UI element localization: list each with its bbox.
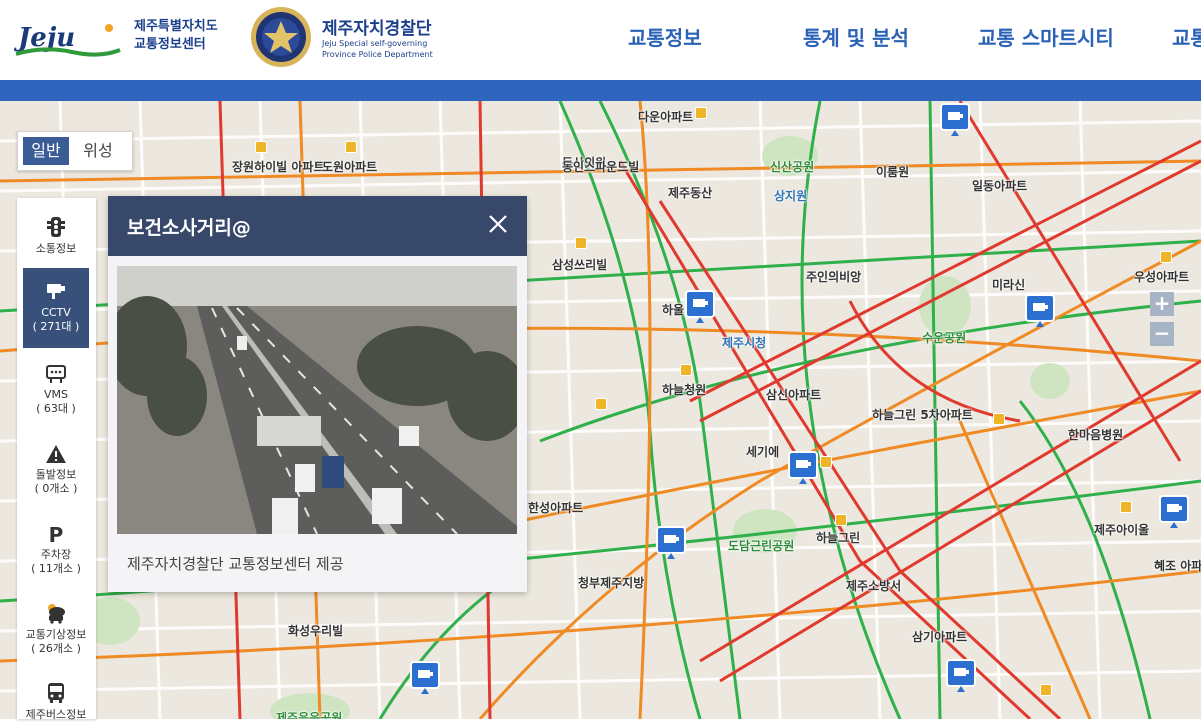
side-item-bus[interactable]: 제주버스정보 [23,680,89,721]
map-label: 혜조 아파트 [1154,559,1201,573]
map-label: 미라신 [992,278,1026,292]
poi-marker[interactable] [1160,251,1172,263]
cctv-popup: 보건소사거리@ 제주자치경찰단 교통정보센터 제공 [108,196,527,592]
nav-smart-city[interactable]: 교통 스마트시티 [978,22,1114,51]
map-label: 도원아파트 [322,160,378,174]
map-label: 제주소방서 [846,579,902,593]
svg-text:P: P [49,524,64,544]
map-label: 삼신아파트 [766,388,822,402]
side-item-label: 주차장 [40,548,72,561]
nav-statistics[interactable]: 통계 및 분석 [803,22,909,51]
poi-marker[interactable] [255,141,267,153]
map-label: 청부제주지방 [578,576,645,590]
side-item-vms[interactable]: VMS ( 63대 ) [23,358,89,428]
traffic-light-icon [47,217,65,237]
map-label: 제주동산 [668,186,713,200]
side-item-label: VMS [44,388,68,401]
poi-marker[interactable] [1040,684,1052,696]
parking-icon: P [49,524,64,544]
layer-side-panel: 소통정보 CCTV ( 271대 ) VMS ( 63대 ) 돌발정보 ( 0개… [17,198,96,721]
map-label: 하늘그린 [816,531,861,545]
map-label: 삼기아파트 [912,630,968,644]
map-label: 도담근린공원 [728,539,795,553]
map-label: 다운아파트 [638,110,694,124]
nav-traffic-info[interactable]: 교통정보 [628,22,702,51]
zoom-out-button[interactable]: − [1150,322,1174,346]
popup-source-credit: 제주자치경찰단 교통정보센터 제공 [127,555,344,573]
map-label: 수운공원 [922,331,967,345]
cctv-marker-icon[interactable] [1025,294,1055,328]
map-label: 일동아파트 [972,179,1028,193]
side-item-count: ( 26개소 ) [31,642,81,655]
main-nav: 교통정보 통계 및 분석 교통 스마트시티 교통 [0,22,1201,52]
poi-marker[interactable] [835,514,847,526]
warning-icon [46,445,66,463]
map-label: 신산공원 [770,160,815,174]
side-item-label: 돌발정보 [35,468,77,481]
cctv-marker-icon[interactable] [656,526,686,560]
map-label: 우성아파트 [1134,270,1190,284]
weather-icon [48,604,65,624]
side-item-label: 제주버스정보 [25,708,87,721]
map-type-satellite-button[interactable]: 위성 [73,137,123,165]
cctv-camera-image [117,266,517,534]
cctv-icon [47,284,65,299]
cctv-marker-icon[interactable] [1159,495,1189,529]
map-label: 화성우리빌 [288,624,344,638]
map-label: 세기에 [746,445,780,459]
side-item-label: CCTV [41,306,71,319]
poi-marker[interactable] [595,398,607,410]
poi-marker[interactable] [345,141,357,153]
side-item-parking[interactable]: P 주차장 ( 11개소 ) [23,520,89,590]
side-item-count: ( 63대 ) [36,402,76,415]
map-label: 한마음병원 [1068,428,1124,442]
poi-marker[interactable] [575,237,587,249]
nav-traffic-more[interactable]: 교통 [1172,22,1201,51]
cctv-marker-icon[interactable] [410,661,440,695]
popup-title: 보건소사거리@ [127,217,251,239]
vms-icon [46,365,66,383]
side-item-weather[interactable]: 교통기상정보 ( 26개소 ) [23,600,89,670]
map-type-normal-button[interactable]: 일반 [23,137,69,165]
zoom-controls: + − [1150,292,1174,346]
poi-marker[interactable] [1120,501,1132,513]
map-label: 이룸원 [876,165,910,179]
map-label: 상지원 [774,189,808,203]
side-item-traffic[interactable]: 소통정보 [23,204,89,266]
zoom-in-button[interactable]: + [1150,292,1174,316]
map-label: 하늘그린 5차아파트 [872,408,973,422]
bus-icon [48,683,64,703]
map-label: 동인스파운드빌 [562,160,640,174]
map-label: 하늘청원 [662,383,707,397]
poi-marker[interactable] [695,107,707,119]
map-type-toggle: 일반 위성 [17,131,133,171]
poi-marker[interactable] [680,364,692,376]
map-label: 한성아파트 [528,501,584,515]
map-label: 제주아이울 [1094,523,1150,537]
header: Jeju 제주특별자치도 교통정보센터 제주자치경찰단 Jeju Special… [0,0,1201,80]
map-label: 하울 [662,303,685,317]
map-label: 장원하이빌 아파트 [232,160,325,174]
side-item-label: 교통기상정보 [25,628,87,641]
cctv-marker-icon[interactable] [685,290,715,324]
map-label: 제주시청 [722,336,767,350]
map-label: 주인의비앙 [806,270,862,284]
poi-marker[interactable] [993,413,1005,425]
header-divider-bar [0,80,1201,101]
side-item-count: ( 0개소 ) [34,482,78,495]
poi-marker[interactable] [820,456,832,468]
side-item-incident[interactable]: 돌발정보 ( 0개소 ) [23,440,89,510]
cctv-marker-icon[interactable] [946,659,976,693]
side-item-count: ( 271대 ) [32,320,80,333]
close-icon[interactable] [486,212,510,236]
side-item-label: 소통정보 [35,242,77,255]
cctv-marker-icon[interactable] [940,103,970,137]
cctv-marker-icon[interactable] [788,451,818,485]
side-item-cctv[interactable]: CCTV ( 271대 ) [23,268,89,348]
popup-header: 보건소사거리@ [108,196,527,256]
map-label: 제주응음공원 [276,711,343,719]
map-label: 삼성쓰리빌 [552,258,608,272]
side-item-count: ( 11개소 ) [31,562,81,575]
